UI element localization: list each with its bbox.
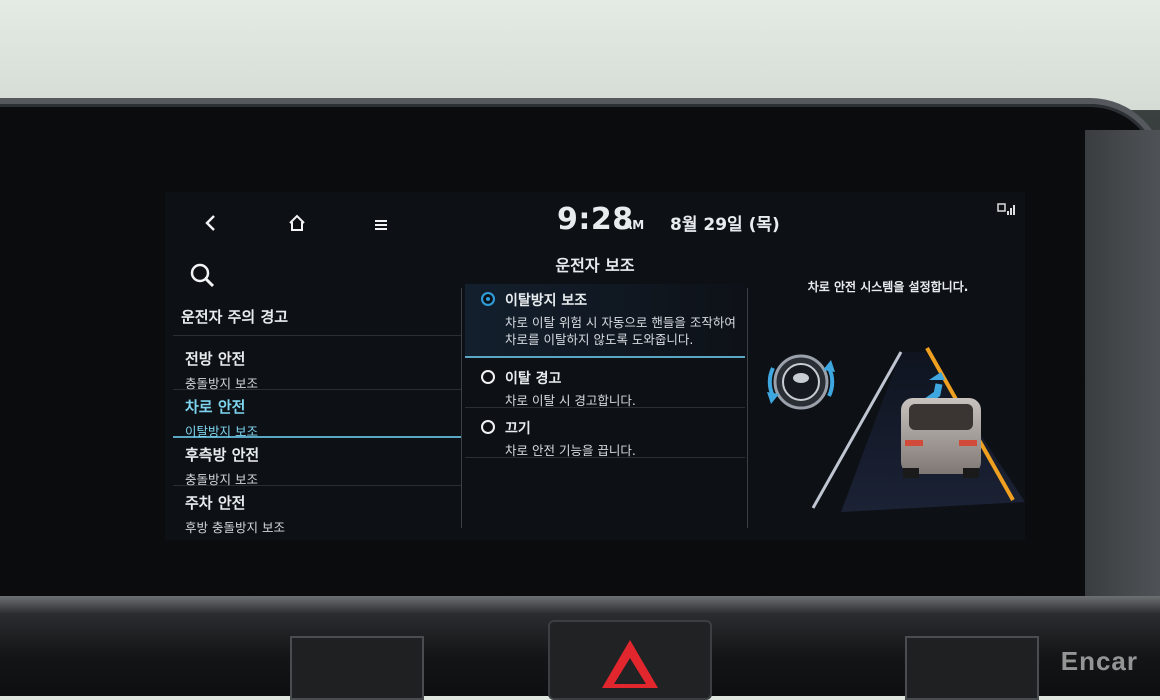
menu-button[interactable] (361, 212, 401, 242)
menu-item-driver-attention[interactable]: 운전자 주의 경고 (173, 298, 461, 336)
search-icon (190, 263, 215, 288)
divider (747, 288, 748, 528)
option-lane-keeping-assist[interactable]: 이탈방지 보조 차로 이탈 위험 시 자동으로 핸들을 조작하여 차로를 이탈하… (465, 284, 745, 358)
lane-safety-illustration: 차로 안전 시스템을 설정합니다. (751, 272, 1025, 540)
option-title: 이탈 경고 (505, 371, 562, 387)
menu-group-heading: 전방 안전 (185, 350, 246, 368)
radio-icon[interactable] (481, 420, 495, 434)
menu-group-heading: 주차 안전 (185, 494, 246, 512)
watermark: Encar (1060, 646, 1138, 676)
lane-safety-options: 이탈방지 보조 차로 이탈 위험 시 자동으로 핸들을 조작하여 차로를 이탈하… (465, 284, 745, 534)
chevron-left-icon (205, 215, 215, 231)
back-button[interactable] (191, 212, 231, 242)
dashboard-side (1085, 130, 1160, 610)
car-icon (901, 398, 981, 478)
option-title: 이탈방지 보조 (505, 293, 588, 309)
infotainment-screen: 9:28 AM 8월 29일 (목) 운전자 보조 운전자 주의 경고 전방 안… (165, 192, 1025, 540)
date: 8월 29일 (목) (670, 215, 780, 235)
status-bar: 9:28 AM 8월 29일 (목) (165, 192, 1025, 258)
home-icon (289, 214, 305, 231)
menu-group-sub: 후방 충돌방지 보조 (185, 520, 285, 535)
background-wall (0, 0, 1160, 110)
menu-group-forward-safety[interactable]: 전방 안전 충돌방지 보조 (173, 342, 461, 391)
search-button[interactable] (183, 258, 223, 294)
menu-group-parking-safety[interactable]: 주차 안전 후방 충돌방지 보조 (173, 486, 461, 535)
hazard-button[interactable] (548, 620, 712, 700)
left-control-panel (290, 636, 424, 700)
menu-group-lane-safety[interactable]: 차로 안전 이탈방지 보조 (173, 390, 461, 439)
menu-group-heading: 차로 안전 (185, 398, 246, 416)
settings-menu: 운전자 주의 경고 전방 안전 충돌방지 보조 차로 안전 이탈방지 보조 후측… (173, 298, 461, 536)
signal-icon (997, 203, 1015, 215)
option-lane-departure-warning[interactable]: 이탈 경고 차로 이탈 시 경고합니다. (465, 362, 745, 408)
option-desc: 차로 안전 기능을 끕니다. (505, 443, 636, 458)
option-off[interactable]: 끄기 차로 안전 기능을 끕니다. (465, 412, 745, 458)
illustration-caption: 차로 안전 시스템을 설정합니다. (807, 280, 969, 294)
clock-ampm: AM (623, 218, 645, 232)
radio-selected-icon[interactable] (481, 292, 495, 306)
option-title: 끄기 (505, 421, 531, 437)
steering-wheel-icon (767, 354, 835, 410)
divider (461, 288, 462, 528)
radio-icon[interactable] (481, 370, 495, 384)
option-desc: 차로 이탈 시 경고합니다. (505, 393, 636, 408)
menu-group-heading: 후측방 안전 (185, 446, 260, 464)
home-button[interactable] (277, 212, 317, 242)
option-desc: 차로 이탈 위험 시 자동으로 핸들을 조작하여 차로를 이탈하지 않도록 도와… (505, 315, 736, 347)
right-control-panel (905, 636, 1039, 700)
menu-icon (375, 220, 387, 230)
menu-group-blindspot-safety[interactable]: 후측방 안전 충돌방지 보조 (173, 438, 461, 487)
lane-assist-graphic (767, 347, 1025, 512)
